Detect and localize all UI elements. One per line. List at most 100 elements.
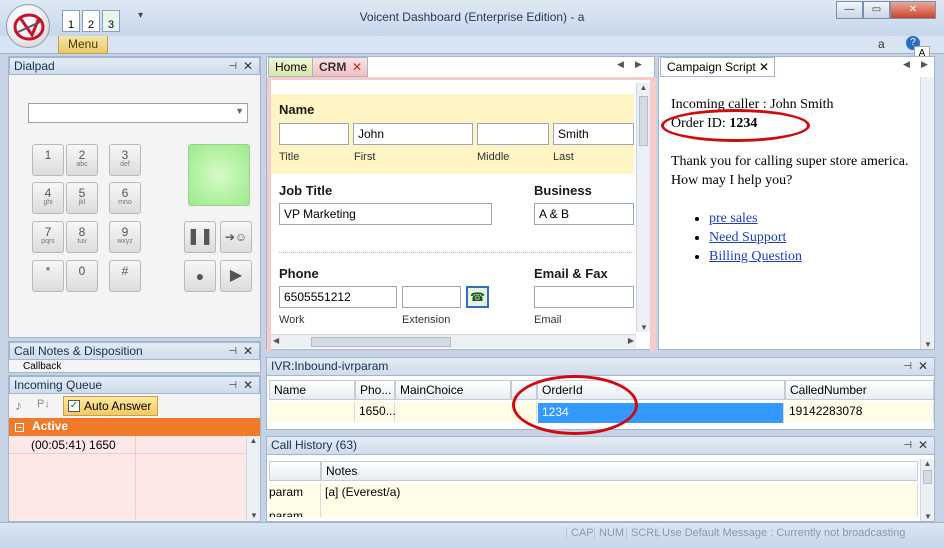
extension-field[interactable] — [402, 286, 461, 308]
column-header-name[interactable]: Name — [269, 380, 355, 400]
tab-scroll-left-icon[interactable]: ◀ — [903, 59, 910, 70]
scroll-down-icon[interactable]: ▼ — [921, 340, 935, 349]
dialpad-key-1[interactable]: 1 — [32, 144, 64, 176]
cell-callednumber[interactable]: 19142283078 — [785, 402, 934, 422]
scroll-down-icon[interactable]: ▼ — [247, 511, 261, 520]
tab-scroll-right-icon[interactable]: ▶ — [921, 59, 928, 70]
cell-left[interactable]: param — [269, 483, 321, 503]
dial-phone-icon[interactable]: ☎ — [466, 286, 489, 308]
chevron-down-icon[interactable]: ▼ — [235, 106, 244, 116]
scroll-thumb[interactable] — [311, 337, 451, 347]
scroll-thumb[interactable] — [639, 96, 648, 146]
play-icon[interactable]: ▶ — [220, 260, 252, 292]
pin-icon[interactable]: ⊣ — [903, 438, 912, 454]
pin-icon[interactable]: ⊣ — [228, 59, 237, 75]
crm-horizontal-scrollbar[interactable]: ◀ ▶ — [271, 334, 636, 348]
scroll-right-icon[interactable]: ▶ — [628, 336, 634, 345]
dialpad-key-pound[interactable]: # — [109, 260, 141, 292]
key-letters: mno — [118, 199, 132, 206]
scroll-down-icon[interactable]: ▼ — [637, 323, 651, 332]
quick-access-dropdown-icon[interactable]: ▾ — [138, 10, 143, 21]
dialpad-key-7[interactable]: 7 pqrs — [32, 221, 64, 253]
dialpad-key-5[interactable]: 5 jkl — [66, 182, 98, 214]
tab-campaign-script[interactable]: Campaign Script ✕ — [660, 57, 775, 77]
scroll-up-icon[interactable]: ▲ — [247, 436, 260, 445]
dialpad-key-6[interactable]: 6 mno — [109, 182, 141, 214]
scroll-left-icon[interactable]: ◀ — [273, 336, 279, 345]
scroll-down-icon[interactable]: ▼ — [921, 512, 935, 521]
dialpad-title: Dialpad — [14, 59, 55, 73]
history-scrollbar[interactable]: ▲ ▼ — [920, 459, 934, 521]
cell-phone[interactable]: 1650... — [355, 402, 396, 422]
close-tab-icon[interactable]: ✕ — [352, 58, 362, 76]
dialpad-key-star[interactable]: * — [32, 260, 64, 292]
tab-home[interactable]: Home — [268, 57, 315, 77]
dialpad-key-4[interactable]: 4 ghi — [32, 182, 64, 214]
close-icon[interactable]: ✕ — [918, 358, 928, 374]
incoming-queue-panel: Incoming Queue ⊣ ✕ ♪ P↓ ✓ Auto Answer − A… — [8, 375, 261, 522]
dial-number-combo[interactable]: ▼ — [28, 103, 248, 123]
cell-name[interactable] — [269, 402, 355, 422]
close-button[interactable]: ✕ — [890, 1, 936, 19]
pin-icon[interactable]: ⊣ — [228, 344, 237, 360]
queue-scrollbar[interactable]: ▲ ▼ — [246, 436, 260, 520]
record-icon[interactable]: ● — [184, 260, 216, 292]
callback-tab[interactable]: Callback — [9, 360, 260, 370]
job-title-field[interactable]: VP Marketing — [279, 203, 492, 225]
scroll-up-icon[interactable]: ▲ — [637, 83, 650, 92]
email-field[interactable] — [534, 286, 634, 308]
pin-icon[interactable]: ⊣ — [228, 378, 237, 394]
active-group-header[interactable]: − Active — [9, 418, 260, 436]
column-header-callednumber[interactable]: CalledNumber — [785, 380, 934, 400]
collapse-icon[interactable]: − — [15, 423, 24, 432]
scroll-thumb[interactable] — [923, 470, 932, 484]
cell-left[interactable]: param — [269, 503, 321, 517]
dialpad-key-2[interactable]: 2 abc — [66, 144, 98, 176]
user-menu[interactable]: a — [878, 37, 885, 51]
checkbox-checked-icon[interactable]: ✓ — [68, 400, 80, 412]
quick-access-2[interactable]: 2 — [82, 10, 100, 32]
menu-tab[interactable]: Menu — [58, 36, 108, 54]
close-icon[interactable]: ✕ — [243, 377, 253, 393]
dialpad-key-0[interactable]: 0 — [66, 260, 98, 292]
first-name-field[interactable]: John — [353, 123, 473, 145]
auto-answer-toggle[interactable]: ✓ Auto Answer — [63, 396, 159, 416]
dial-button[interactable] — [188, 144, 250, 206]
column-header-phone[interactable]: Pho... — [355, 380, 395, 400]
dialpad-key-9[interactable]: 9 wxyz — [109, 221, 141, 253]
cell-notes[interactable] — [321, 503, 918, 517]
need-support-link[interactable]: Need Support — [709, 230, 786, 245]
cell-notes[interactable]: [a] (Everest/a) — [321, 483, 918, 503]
dialpad-key-3[interactable]: 3 def — [109, 144, 141, 176]
restore-button[interactable]: ▭ — [863, 1, 890, 19]
minimize-button[interactable]: — — [836, 1, 863, 19]
pin-icon[interactable]: ⊣ — [903, 359, 912, 375]
column-header-notes[interactable]: Notes — [321, 461, 918, 481]
scroll-up-icon[interactable]: ▲ — [921, 459, 934, 468]
column-header-mainchoice[interactable]: MainChoice — [395, 380, 511, 400]
script-scrollbar[interactable]: ▼ — [920, 77, 934, 349]
billing-question-link[interactable]: Billing Question — [709, 249, 802, 264]
close-icon[interactable]: ✕ — [918, 437, 928, 453]
last-name-field[interactable]: Smith — [553, 123, 634, 145]
business-field[interactable]: A & B — [534, 203, 634, 225]
pause-icon[interactable]: ❚❚ — [184, 221, 216, 253]
close-icon[interactable]: ✕ — [243, 58, 253, 74]
close-tab-icon[interactable]: ✕ — [759, 58, 769, 76]
pre-sales-link[interactable]: pre sales — [709, 211, 758, 226]
tab-crm[interactable]: CRM ✕ — [312, 57, 368, 77]
app-logo[interactable] — [6, 4, 50, 48]
dialpad-key-8[interactable]: 8 tuv — [66, 221, 98, 253]
middle-name-field[interactable] — [477, 123, 549, 145]
tab-scroll-left-icon[interactable]: ◀ — [617, 59, 624, 70]
crm-vertical-scrollbar[interactable]: ▲ ▼ — [636, 83, 650, 332]
quick-access-1[interactable]: 1 — [62, 10, 80, 32]
close-icon[interactable]: ✕ — [243, 343, 253, 359]
title-field[interactable] — [279, 123, 349, 145]
pickup-icon[interactable]: P↓ — [37, 398, 50, 410]
answer-phone-icon[interactable]: ♪ — [15, 397, 22, 413]
transfer-icon[interactable]: ➔☺ — [220, 221, 252, 253]
work-phone-field[interactable]: 6505551212 — [279, 286, 397, 308]
quick-access-3[interactable]: 3 — [102, 10, 120, 32]
tab-scroll-right-icon[interactable]: ▶ — [635, 59, 642, 70]
